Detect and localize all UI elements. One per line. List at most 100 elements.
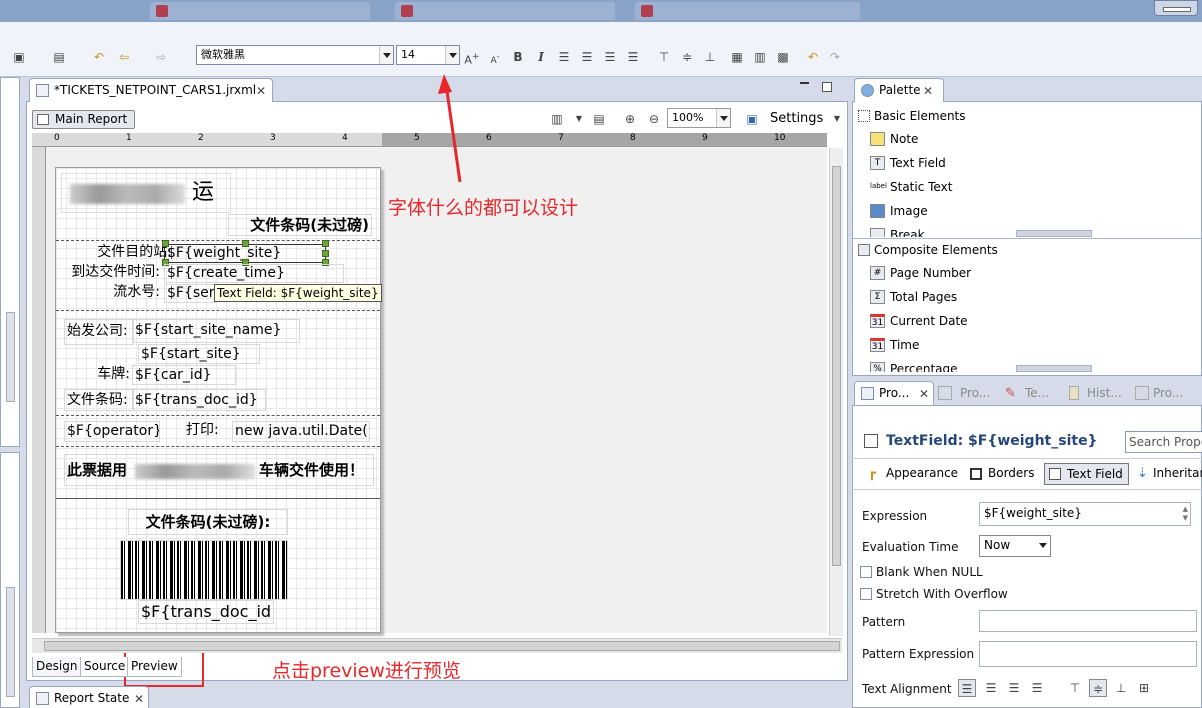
scrollbar-thumb[interactable] bbox=[832, 166, 841, 566]
pattern-expression-input[interactable] bbox=[979, 641, 1197, 667]
palette-item-total-pages[interactable]: Σ Total Pages bbox=[870, 287, 957, 307]
field-start-site[interactable]: $F{start_site} bbox=[138, 344, 260, 364]
align-left-icon[interactable]: ☰ bbox=[555, 48, 573, 66]
font-family-select[interactable]: 微软雅黑 bbox=[196, 45, 394, 65]
scrollbar[interactable] bbox=[6, 587, 15, 697]
align-middle-icon[interactable]: ≑ bbox=[678, 48, 696, 66]
resize-handle[interactable] bbox=[242, 240, 249, 247]
palette-item-image[interactable]: Image bbox=[870, 201, 928, 221]
field-date[interactable]: new java.util.Date() bbox=[232, 421, 370, 442]
close-icon[interactable]: ✕ bbox=[256, 85, 266, 97]
scroll-more-indicator[interactable] bbox=[1016, 365, 1092, 372]
palette-item-static-text[interactable]: label Static Text bbox=[870, 177, 952, 197]
shrink-font-icon[interactable]: A- bbox=[486, 48, 504, 66]
redo-icon[interactable]: ↷ bbox=[826, 48, 844, 66]
align-top-icon[interactable]: ⊤ bbox=[1066, 679, 1084, 697]
resize-handle[interactable] bbox=[162, 240, 169, 247]
palette-item-percentage[interactable]: % Percentage bbox=[870, 359, 958, 372]
datasource-icon[interactable]: ▥ bbox=[548, 110, 566, 128]
palette-group-composite[interactable]: Composite Elements bbox=[856, 241, 1202, 261]
horizontal-scrollbar[interactable] bbox=[32, 638, 842, 653]
italic-icon[interactable]: I bbox=[532, 48, 550, 66]
tab-design[interactable]: Design bbox=[32, 657, 82, 677]
field-create-time[interactable]: $F{create_time} bbox=[164, 264, 344, 283]
zoom-out-icon[interactable]: ⊖ bbox=[645, 110, 663, 128]
palette-item-time[interactable]: 31 Time bbox=[870, 335, 919, 355]
barcode-label[interactable]: 文件条码(未过磅): bbox=[128, 509, 288, 535]
report-page[interactable]: 运 文件条码(未过磅) 交件目的站: $F{weight_site} 到达交件时… bbox=[55, 167, 381, 633]
align-center-icon[interactable]: ☰ bbox=[982, 679, 1000, 697]
align-top-icon[interactable]: ⊤ bbox=[655, 48, 673, 66]
browser-tab[interactable] bbox=[635, 2, 860, 20]
scrollbar[interactable] bbox=[6, 312, 15, 402]
minimize-button[interactable] bbox=[1154, 0, 1198, 16]
palette-item-break[interactable]: Break bbox=[870, 225, 925, 237]
layout-icon[interactable]: ▥ bbox=[751, 48, 769, 66]
field-start-site-name[interactable]: $F{start_site_name} bbox=[132, 319, 300, 343]
label-print[interactable]: 打印: bbox=[184, 421, 232, 442]
settings-icon[interactable]: ▣ bbox=[743, 110, 761, 128]
barcode-image[interactable] bbox=[120, 540, 288, 600]
align-center-icon[interactable]: ☰ bbox=[578, 48, 596, 66]
align-stretch-icon[interactable]: ⊞ bbox=[1135, 679, 1153, 697]
doc-barcode-heading[interactable]: 文件条码(未过磅) bbox=[228, 214, 372, 236]
label-plate[interactable]: 车牌: bbox=[66, 365, 132, 385]
align-justify-icon[interactable]: ☰ bbox=[1028, 679, 1046, 697]
palette-item-current-date[interactable]: 31 Current Date bbox=[870, 311, 968, 331]
undo-icon[interactable]: ⇦ bbox=[115, 48, 133, 66]
layout-icon[interactable]: ▩ bbox=[774, 48, 792, 66]
subtab-text-field[interactable]: Text Field bbox=[1044, 463, 1129, 485]
tab-properties-2[interactable]: Pro... bbox=[938, 386, 990, 400]
blank-when-null-checkbox[interactable] bbox=[860, 566, 872, 578]
palette-item-page-number[interactable]: # Page Number bbox=[870, 263, 971, 283]
tab-palette[interactable]: Palette ✕ bbox=[854, 78, 944, 102]
label-dest-site[interactable]: 交件目的站: bbox=[66, 244, 174, 263]
field-operator[interactable]: $F{operator} bbox=[64, 421, 160, 442]
palette-item-text-field[interactable]: T Text Field bbox=[870, 153, 946, 173]
scrollbar-thumb[interactable] bbox=[44, 641, 840, 651]
label-doc-code[interactable]: 文件条码: bbox=[64, 389, 134, 411]
tab-history[interactable]: Hist... bbox=[1067, 386, 1122, 400]
stretch-overflow-checkbox[interactable] bbox=[860, 588, 872, 600]
tab-source[interactable]: Source bbox=[80, 657, 130, 677]
pattern-input[interactable] bbox=[979, 610, 1197, 632]
main-report-button[interactable]: Main Report bbox=[32, 110, 135, 129]
close-icon[interactable]: ✕ bbox=[919, 388, 929, 400]
redo-icon[interactable]: ⇨ bbox=[152, 48, 170, 66]
evaluation-time-select[interactable]: Now bbox=[979, 535, 1051, 557]
new-icon[interactable]: ▣ bbox=[10, 48, 28, 66]
vertical-scrollbar[interactable] bbox=[829, 148, 843, 636]
search-properties-input[interactable]: Search Prope bbox=[1125, 431, 1202, 453]
subtab-inheritance[interactable]: ⇣ Inheritan bbox=[1135, 466, 1202, 481]
chevron-down-icon[interactable]: ▼ bbox=[570, 110, 588, 128]
align-middle-icon[interactable]: ≑ bbox=[1089, 679, 1107, 697]
scroll-more-indicator[interactable] bbox=[1016, 230, 1092, 237]
subtab-borders[interactable]: Borders bbox=[970, 466, 1034, 480]
align-bottom-icon[interactable]: ⊥ bbox=[1112, 679, 1130, 697]
undo-icon[interactable]: ↶ bbox=[804, 48, 822, 66]
tab-preview[interactable]: Preview bbox=[127, 657, 182, 677]
back-icon[interactable]: ↶ bbox=[90, 48, 108, 66]
align-right-icon[interactable]: ☰ bbox=[601, 48, 619, 66]
tab-properties[interactable]: Pro... ✕ bbox=[854, 381, 934, 405]
align-justify-icon[interactable]: ☰ bbox=[624, 48, 642, 66]
layout-icon[interactable]: ▦ bbox=[728, 48, 746, 66]
align-right-icon[interactable]: ☰ bbox=[1005, 679, 1023, 697]
title-field[interactable]: 运 bbox=[61, 173, 231, 213]
tab-properties-3[interactable]: Pro... bbox=[1133, 386, 1183, 400]
field-car-id[interactable]: $F{car_id} bbox=[132, 365, 236, 385]
browser-tab[interactable] bbox=[395, 2, 615, 20]
minimize-icon[interactable] bbox=[800, 82, 809, 85]
subtab-appearance[interactable]: ┏ Appearance bbox=[868, 466, 958, 481]
tab-report-file[interactable]: *TICKETS_NETPOINT_CARS1.jrxml ✕ bbox=[29, 78, 273, 102]
save-icon[interactable]: ▤ bbox=[50, 48, 68, 66]
align-left-icon[interactable]: ☰ bbox=[958, 679, 976, 697]
tab-text[interactable]: ✎ Te... bbox=[1003, 386, 1049, 401]
resize-handle[interactable] bbox=[322, 250, 329, 257]
palette-group-basic[interactable]: Basic Elements bbox=[856, 107, 1202, 127]
settings-button[interactable]: Settings bbox=[770, 111, 823, 126]
palette-item-note[interactable]: Note bbox=[870, 129, 918, 149]
close-icon[interactable]: ✕ bbox=[134, 693, 144, 705]
maximize-icon[interactable] bbox=[822, 82, 832, 92]
font-size-select[interactable]: 14 bbox=[396, 45, 460, 65]
